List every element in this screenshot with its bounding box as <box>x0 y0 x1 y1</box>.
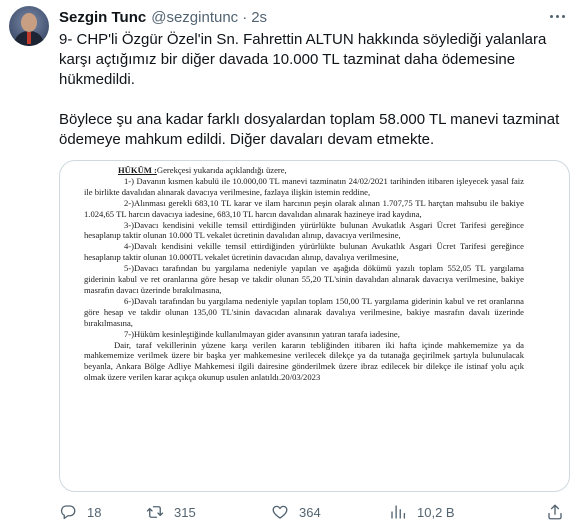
like-button[interactable]: 364 <box>271 500 321 524</box>
decision-item: 7-)Hüküm kesinleştiğinde kullanılmayan g… <box>124 328 400 339</box>
retweet-icon <box>146 506 164 518</box>
hukum-intro: Gerekçesi yukarıda açıklandığı üzere, <box>156 165 287 175</box>
decision-item: 5-)Davacı tarafından bu yargılama nedeni… <box>84 263 524 295</box>
decision-item: 4-)Davalı kendisini vekille temsil ettir… <box>84 241 524 263</box>
reply-button[interactable]: 18 <box>59 500 101 524</box>
retweet-button[interactable]: 315 <box>146 500 196 524</box>
decision-item: 1-) Davanın kısmen kabulü ile 10.000,00 … <box>84 175 524 197</box>
tweet-actions: 18 315 364 10,2 B <box>59 500 568 524</box>
reply-icon <box>60 505 76 520</box>
hukum-heading: HÜKÜM :Gerekçesi yukarıda açıklandığı üz… <box>118 165 524 176</box>
retweet-count: 315 <box>174 504 196 520</box>
avatar-tie <box>27 32 31 44</box>
more-options-icon[interactable] <box>548 8 568 24</box>
share-button[interactable] <box>546 500 564 524</box>
avatar[interactable] <box>9 6 49 46</box>
court-decision-text: HÜKÜM :Gerekçesi yukarıda açıklandığı üz… <box>84 165 524 383</box>
decision-item: Dair, taraf vekillerinin yüzene karşı ve… <box>84 339 524 383</box>
share-icon <box>548 504 562 520</box>
decision-item: 6-)Davalı tarafından bu yargılama nedeni… <box>84 295 524 328</box>
tweet-time[interactable]: 2s <box>251 9 267 26</box>
reply-count: 18 <box>87 504 102 520</box>
author-handle[interactable]: @sezgintunc <box>151 9 238 26</box>
author-name[interactable]: Sezgin Tunc <box>59 9 146 26</box>
view-count: 10,2 B <box>417 504 455 520</box>
tweet-paragraph-2: Böylece şu ana kadar farklı dosyalardan … <box>59 111 560 148</box>
views-button[interactable]: 10,2 B <box>389 500 455 524</box>
tweet[interactable]: Sezgin Tunc @sezgintunc · 2s 9- CHP'li Ö… <box>0 0 577 529</box>
hukum-label: HÜKÜM : <box>118 165 157 175</box>
separator-dot: · <box>242 8 248 26</box>
decision-item: 2-)Alınması gerekli 683,10 TL karar ve i… <box>84 197 524 219</box>
avatar-face <box>21 13 37 32</box>
tweet-header: Sezgin Tunc @sezgintunc · 2s <box>59 7 267 27</box>
decision-item: 3-)Davacı kendisini vekille temsil ettir… <box>84 219 524 241</box>
heart-icon <box>272 505 288 519</box>
views-chart-icon <box>391 505 406 519</box>
tweet-paragraph-1: 9- CHP'li Özgür Özel'in Sn. Fahrettin AL… <box>59 31 547 88</box>
like-count: 364 <box>299 504 321 520</box>
attached-document-image[interactable]: HÜKÜM :Gerekçesi yukarıda açıklandığı üz… <box>59 160 570 492</box>
tweet-text: 9- CHP'li Özgür Özel'in Sn. Fahrettin AL… <box>59 30 564 150</box>
